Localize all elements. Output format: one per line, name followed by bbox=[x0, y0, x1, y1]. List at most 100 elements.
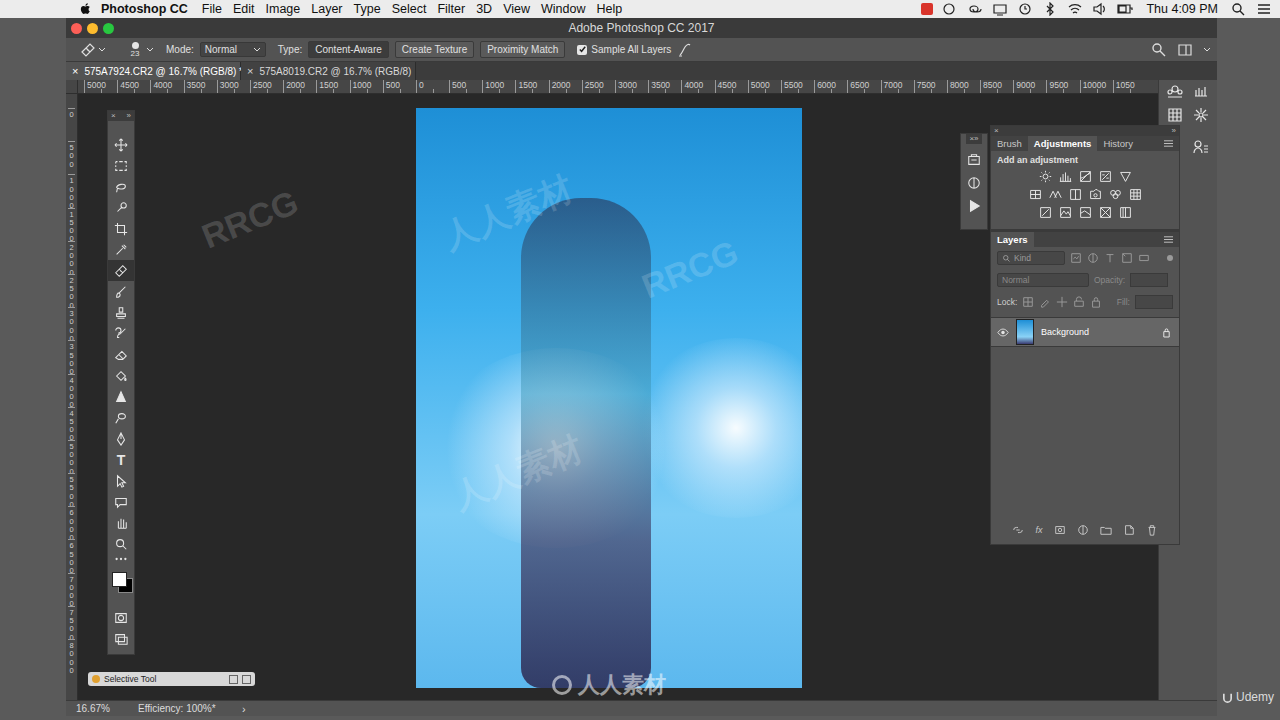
document-tab[interactable]: ×575A7924.CR2 @ 16.7% (RGB/8) * bbox=[66, 62, 241, 80]
tool-button[interactable] bbox=[108, 491, 134, 512]
menu-item[interactable]: Window bbox=[541, 2, 585, 16]
tool-button[interactable] bbox=[108, 218, 134, 239]
menu-item[interactable]: Layer bbox=[311, 2, 342, 16]
menu-item[interactable]: Help bbox=[597, 2, 623, 16]
tool-button[interactable] bbox=[108, 302, 134, 323]
foreground-color[interactable] bbox=[112, 572, 127, 587]
panel-header[interactable]: ×» bbox=[108, 111, 134, 121]
panel-icon[interactable] bbox=[967, 153, 981, 167]
window-button-icon[interactable] bbox=[242, 675, 251, 684]
panel-icon[interactable] bbox=[1193, 107, 1209, 123]
tool-button[interactable]: T bbox=[108, 449, 134, 470]
panel-menu-icon[interactable] bbox=[1163, 139, 1174, 148]
pressure-icon[interactable] bbox=[677, 42, 693, 58]
filter-icon[interactable] bbox=[1104, 252, 1116, 264]
tool-button[interactable] bbox=[108, 155, 134, 176]
sample-all-layers[interactable]: Sample All Layers bbox=[577, 44, 671, 55]
blend-mode-select[interactable]: Normal bbox=[997, 273, 1089, 287]
tool-button[interactable] bbox=[108, 281, 134, 302]
panel-close-button[interactable]: × bbox=[969, 134, 974, 144]
adjustment-icon[interactable] bbox=[1099, 206, 1112, 219]
adjustment-icon[interactable] bbox=[1039, 206, 1052, 219]
menu-item[interactable]: Select bbox=[392, 2, 427, 16]
close-button[interactable] bbox=[71, 23, 82, 34]
lock-option-icon[interactable] bbox=[1090, 296, 1102, 308]
panel-tab[interactable]: Adjustments bbox=[1028, 136, 1098, 151]
tool-button[interactable] bbox=[108, 533, 134, 554]
filter-icon[interactable] bbox=[1070, 252, 1082, 264]
clock[interactable]: Thu 4:09 PM bbox=[1146, 2, 1218, 16]
minimize-button[interactable] bbox=[87, 23, 98, 34]
tool-button[interactable] bbox=[108, 386, 134, 407]
apple-icon[interactable] bbox=[80, 2, 92, 16]
workspace-icon[interactable] bbox=[1177, 42, 1193, 58]
filter-icon[interactable] bbox=[1138, 252, 1150, 264]
info-menu-button[interactable]: › bbox=[242, 703, 246, 715]
tool-button[interactable] bbox=[108, 344, 134, 365]
brush-picker[interactable]: 23 bbox=[126, 42, 154, 58]
panel-icon[interactable] bbox=[1193, 84, 1209, 100]
menu-item[interactable]: Edit bbox=[233, 2, 255, 16]
panel-close-button[interactable]: × bbox=[111, 111, 116, 121]
layer-action-icon[interactable] bbox=[1100, 524, 1112, 536]
adjustment-icon[interactable] bbox=[1119, 170, 1132, 183]
tool-button[interactable] bbox=[108, 470, 134, 491]
status-icon[interactable] bbox=[1017, 2, 1033, 16]
screen-mode-button[interactable] bbox=[108, 628, 134, 649]
adjustment-icon[interactable] bbox=[1079, 206, 1092, 219]
lock-option-icon[interactable] bbox=[1039, 296, 1051, 308]
tool-button[interactable] bbox=[108, 134, 134, 155]
quick-mask-button[interactable] bbox=[108, 607, 134, 628]
panel-icon[interactable] bbox=[1167, 84, 1183, 100]
menu-item[interactable]: 3D bbox=[476, 2, 492, 16]
panel-header[interactable]: ×» bbox=[966, 134, 981, 144]
eye-icon[interactable] bbox=[997, 328, 1009, 337]
panel-icon[interactable] bbox=[967, 176, 981, 190]
selective-tool-window[interactable]: Selective Tool bbox=[88, 672, 255, 686]
color-swatches[interactable] bbox=[108, 564, 134, 607]
zoom-button[interactable] bbox=[103, 23, 114, 34]
tool-button[interactable] bbox=[108, 260, 134, 281]
status-icon[interactable] bbox=[1067, 2, 1083, 16]
tool-button[interactable] bbox=[108, 407, 134, 428]
search-icon[interactable] bbox=[1231, 2, 1247, 16]
layer-action-icon[interactable] bbox=[1054, 524, 1066, 536]
layer-action-icon[interactable] bbox=[1012, 524, 1024, 536]
photo[interactable] bbox=[416, 108, 802, 688]
panel-menu-icon[interactable] bbox=[1163, 235, 1174, 244]
layer-row[interactable]: Background bbox=[991, 318, 1179, 347]
layer-action-icon[interactable] bbox=[1146, 524, 1158, 536]
tool-button[interactable] bbox=[108, 239, 134, 260]
caret-icon[interactable] bbox=[1203, 46, 1211, 54]
filter-kind-select[interactable]: Kind bbox=[997, 251, 1065, 265]
panel-tab[interactable]: History bbox=[1097, 136, 1139, 151]
panel-close-button[interactable]: × bbox=[994, 126, 999, 136]
mode-select[interactable]: Normal bbox=[200, 42, 266, 57]
app-status-icon[interactable] bbox=[921, 3, 933, 15]
panel-tab[interactable]: Brush bbox=[991, 136, 1028, 151]
checkbox[interactable] bbox=[577, 45, 587, 55]
menu-item[interactable]: Image bbox=[266, 2, 301, 16]
menu-item[interactable]: File bbox=[202, 2, 222, 16]
adjustment-icon[interactable] bbox=[1109, 188, 1122, 201]
list-icon[interactable] bbox=[1256, 2, 1272, 16]
adjustment-icon[interactable] bbox=[1059, 206, 1072, 219]
layers-tab[interactable]: Layers bbox=[991, 232, 1034, 247]
tool-button[interactable] bbox=[108, 176, 134, 197]
panel-collapse-button[interactable]: » bbox=[974, 134, 978, 144]
adjustment-icon[interactable] bbox=[1059, 170, 1072, 183]
tool-button[interactable] bbox=[108, 428, 134, 449]
layer-action-icon[interactable] bbox=[1077, 524, 1089, 536]
document-tab[interactable]: ×575A8019.CR2 @ 16.7% (RGB/8) bbox=[241, 62, 416, 80]
panel-collapse-button[interactable]: » bbox=[1172, 126, 1176, 136]
status-icon[interactable] bbox=[967, 2, 983, 16]
status-icon[interactable] bbox=[1042, 2, 1058, 16]
type-button[interactable]: Proximity Match bbox=[480, 41, 565, 58]
filter-toggle[interactable] bbox=[1167, 255, 1173, 261]
panel-collapse-button[interactable]: » bbox=[127, 111, 131, 121]
menu-item[interactable]: Filter bbox=[437, 2, 465, 16]
panel-icon[interactable] bbox=[967, 199, 981, 213]
zoom-level[interactable]: 16.67% bbox=[76, 703, 138, 714]
adjustment-icon[interactable] bbox=[1029, 188, 1042, 201]
adjustment-icon[interactable] bbox=[1039, 170, 1052, 183]
